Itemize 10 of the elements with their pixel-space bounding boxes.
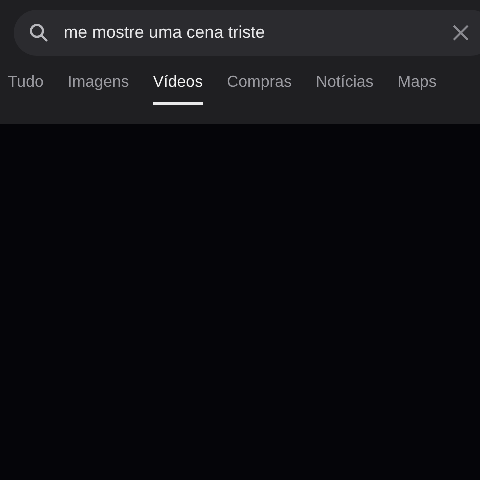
tab[interactable]: Tudo: [8, 66, 44, 105]
tab[interactable]: Maps: [398, 66, 437, 105]
tab[interactable]: Imagens: [68, 66, 130, 105]
search-field[interactable]: me mostre uma cena triste: [14, 10, 480, 56]
tab[interactable]: Vídeos: [153, 66, 204, 105]
search-query-text: me mostre uma cena triste: [64, 23, 266, 43]
tab[interactable]: Compras: [227, 66, 292, 105]
tab[interactable]: Notícias: [316, 66, 374, 105]
close-icon[interactable]: [452, 24, 470, 42]
search-icon: [28, 22, 50, 44]
